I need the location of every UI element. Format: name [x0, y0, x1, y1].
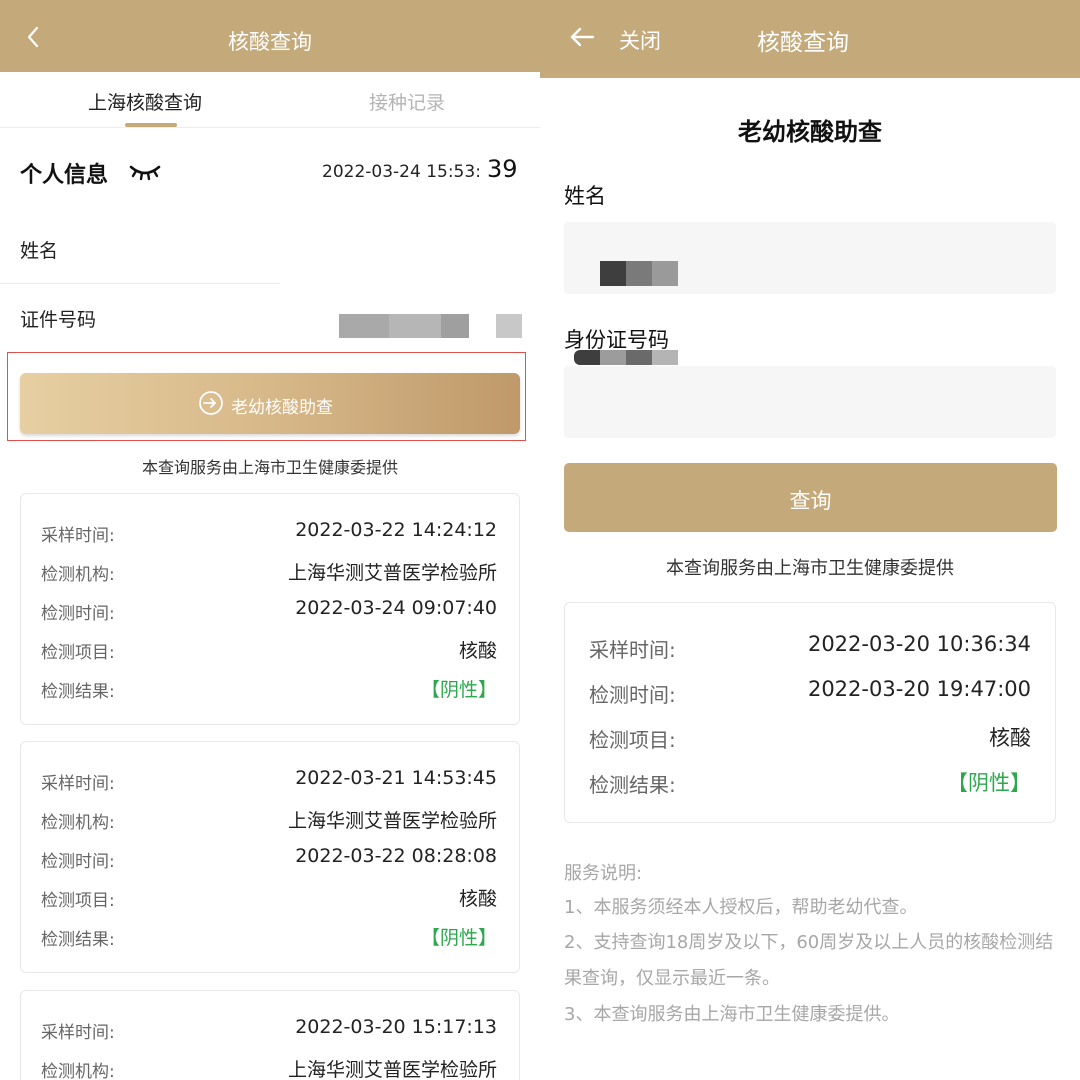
test-record-card: 采样时间: 2022-03-22 14:24:12 检测机构: 上海华测艾普医学… — [20, 493, 520, 725]
sample-time-label: 采样时间: — [41, 526, 115, 546]
service-provider-text: 本查询服务由上海市卫生健康委提供 — [141, 458, 398, 477]
eye-closed-icon[interactable] — [128, 160, 162, 184]
test-item-value: 核酸 — [458, 640, 497, 662]
institution-label: 检测机构: — [41, 1062, 115, 1080]
divider — [0, 283, 280, 284]
tab-bar: 上海核酸查询 接种记录 — [0, 72, 540, 128]
sample-time-value: 2022-03-21 14:53:45 — [295, 767, 497, 789]
test-result-label: 检测结果: — [41, 682, 115, 702]
tab-shanghai-nucleic-query[interactable]: 上海核酸查询 — [88, 88, 202, 115]
service-notes-title: 服务说明: — [564, 863, 643, 884]
test-time-value: 2022-03-24 09:07:40 — [295, 597, 497, 619]
test-record-card: 采样时间: 2022-03-20 15:17:13 检测机构: 上海华测艾普医学… — [20, 990, 520, 1080]
test-item-value: 核酸 — [989, 726, 1031, 750]
page-title: 核酸查询 — [757, 30, 849, 56]
id-number-label: 证件号码 — [20, 309, 97, 331]
id-number-input[interactable] — [564, 366, 1056, 438]
name-input[interactable] — [564, 222, 1056, 294]
test-result-card: 采样时间: 2022-03-20 10:36:34 检测时间: 2022-03-… — [564, 602, 1056, 823]
right-header: 关闭 核酸查询 — [540, 0, 1080, 78]
test-time-value: 2022-03-20 19:47:00 — [807, 677, 1031, 701]
test-time-label: 检测时间: — [41, 852, 115, 872]
test-record-card: 采样时间: 2022-03-21 14:53:45 检测机构: 上海华测艾普医学… — [20, 741, 520, 973]
test-result-value: 【阴性】 — [420, 927, 497, 949]
test-item-label: 检测项目: — [41, 643, 115, 663]
query-button[interactable]: 查询 — [564, 463, 1057, 532]
test-result-value: 【阴性】 — [420, 679, 497, 701]
test-result-label: 检测结果: — [589, 773, 676, 797]
elder-child-query-label[interactable]: 老幼核酸助查 — [231, 393, 333, 418]
sample-time-label: 采样时间: — [41, 774, 115, 794]
test-result-value: 【阴性】 — [947, 771, 1031, 795]
name-label: 姓名 — [564, 184, 606, 208]
name-label: 姓名 — [20, 240, 59, 262]
active-tab-indicator — [125, 123, 177, 127]
left-header: 核酸查询 — [0, 0, 540, 72]
enter-icon — [199, 391, 223, 415]
arrow-left-icon[interactable] — [568, 23, 596, 51]
institution-label: 检测机构: — [41, 565, 115, 585]
test-item-label: 检测项目: — [589, 728, 676, 752]
form-title: 老幼核酸助查 — [738, 118, 882, 146]
institution-value: 上海华测艾普医学检验所 — [287, 562, 497, 584]
left-screen: 核酸查询 上海核酸查询 接种记录 个人信息 2022-03-24 15:53: … — [0, 0, 540, 1080]
service-note-item: 3、本查询服务由上海市卫生健康委提供。 — [564, 1004, 900, 1025]
page-title: 核酸查询 — [228, 30, 312, 54]
sample-time-value: 2022-03-20 10:36:34 — [807, 632, 1031, 656]
institution-value: 上海华测艾普医学检验所 — [287, 810, 497, 832]
institution-label: 检测机构: — [41, 813, 115, 833]
query-timestamp-seconds: 39 — [487, 155, 518, 183]
sample-time-label: 采样时间: — [41, 1023, 115, 1043]
sample-time-label: 采样时间: — [589, 638, 676, 662]
personal-info-title: 个人信息 — [20, 163, 109, 188]
tab-vaccination-record[interactable]: 接种记录 — [369, 88, 445, 115]
test-time-value: 2022-03-22 08:28:08 — [295, 845, 497, 867]
right-screen: 关闭 核酸查询 老幼核酸助查 姓名 身份证号码 查询 本查询服务由上海市卫生健康… — [540, 0, 1080, 1080]
sample-time-value: 2022-03-20 15:17:13 — [295, 1016, 497, 1038]
service-provider-text: 本查询服务由上海市卫生健康委提供 — [666, 558, 954, 579]
sample-time-value: 2022-03-22 14:24:12 — [295, 519, 497, 541]
close-button[interactable]: 关闭 — [619, 25, 661, 55]
query-timestamp: 2022-03-24 15:53: — [322, 162, 481, 182]
test-time-label: 检测时间: — [589, 683, 676, 707]
test-time-label: 检测时间: — [41, 604, 115, 624]
institution-value: 上海华测艾普医学检验所 — [287, 1059, 497, 1080]
test-item-label: 检测项目: — [41, 891, 115, 911]
query-button-label[interactable]: 查询 — [564, 485, 1057, 515]
test-item-value: 核酸 — [458, 888, 497, 910]
test-result-label: 检测结果: — [41, 930, 115, 950]
service-note-item: 2、支持查询18周岁及以下，60周岁及以上人员的核酸检测结果查询，仅显示最近一条… — [564, 932, 1054, 989]
service-note-item: 1、本服务须经本人授权后，帮助老幼代查。 — [564, 897, 918, 918]
